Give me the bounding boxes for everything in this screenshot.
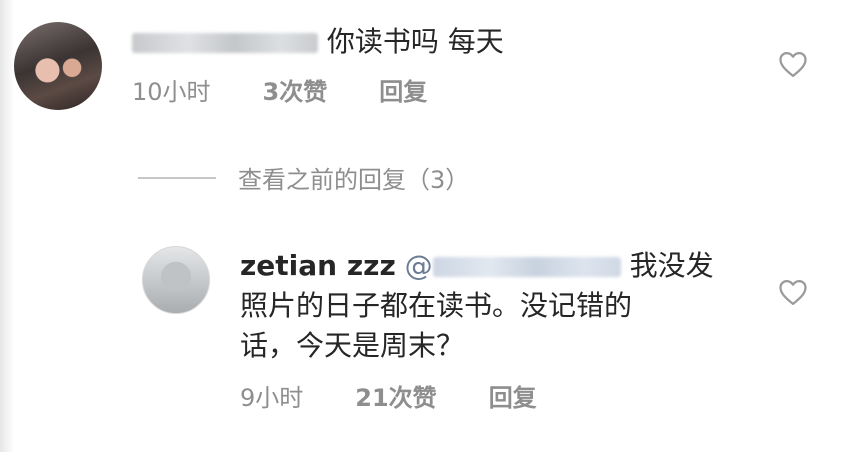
reply-time: 9小时 — [240, 384, 304, 412]
reply-text-line-1: zetian zzz @ 我没发 — [240, 246, 714, 286]
heart-icon[interactable] — [778, 278, 808, 306]
comment-time: 10小时 — [132, 78, 211, 106]
divider-line — [138, 176, 216, 179]
reply-reply-button[interactable]: 回复 — [489, 378, 537, 413]
reply-avatar[interactable] — [142, 246, 210, 314]
comment-body: 你读书吗 每天 10小时 3次赞 回复 — [132, 22, 504, 110]
comment-item: 你读书吗 每天 10小时 3次赞 回复 — [14, 22, 504, 110]
view-previous-replies-label[interactable]: 查看之前的回复（3） — [238, 160, 469, 195]
left-edge-shadow — [0, 0, 14, 452]
mention-at-symbol[interactable]: @ — [405, 249, 433, 282]
view-previous-replies[interactable]: 查看之前的回复（3） — [138, 160, 469, 195]
blurred-username[interactable] — [132, 33, 318, 53]
comment-reply-button[interactable]: 回复 — [379, 72, 427, 107]
comment-likes[interactable]: 3次赞 — [263, 72, 328, 107]
comment-text: 你读书吗 每天 — [326, 25, 504, 58]
reply-meta: 9小时 21次赞 回复 — [240, 378, 714, 413]
reply-body: zetian zzz @ 我没发 照片的日子都在读书。没记错的 话，今天是周末？… — [240, 246, 714, 413]
reply-username[interactable]: zetian zzz — [240, 249, 396, 282]
blurred-mention[interactable] — [432, 257, 621, 277]
reply-text-line-3: 话，今天是周末？ — [240, 329, 465, 362]
reply-likes[interactable]: 21次赞 — [355, 378, 436, 413]
reply-item: zetian zzz @ 我没发 照片的日子都在读书。没记错的 话，今天是周末？… — [142, 246, 714, 413]
reply-text-line-2: 照片的日子都在读书。没记错的 — [240, 289, 633, 322]
comment-meta: 10小时 3次赞 回复 — [132, 72, 504, 107]
heart-icon[interactable] — [778, 50, 808, 78]
avatar[interactable] — [14, 22, 102, 110]
comment-text-line: 你读书吗 每天 — [132, 22, 504, 62]
reply-text-1: 我没发 — [629, 249, 714, 282]
